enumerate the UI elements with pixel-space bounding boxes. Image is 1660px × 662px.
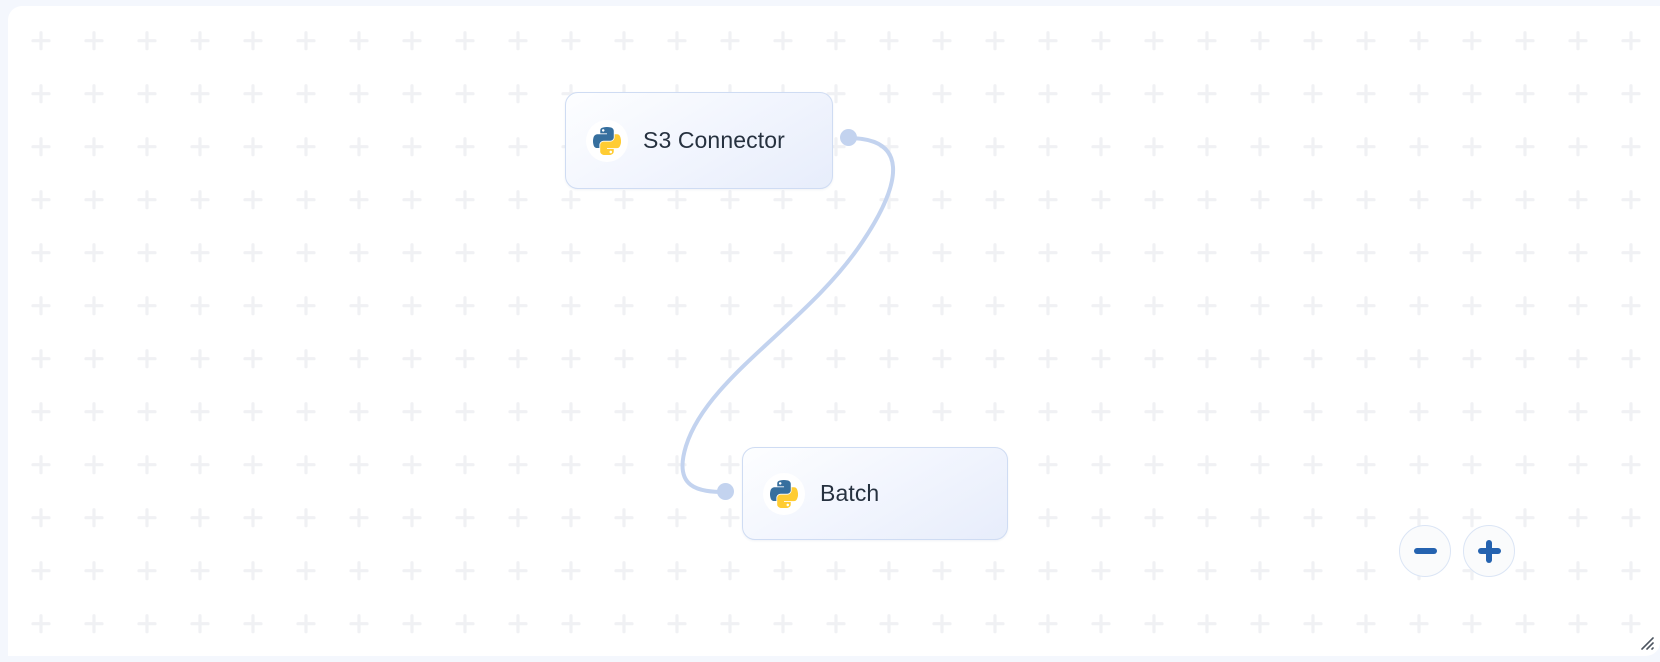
flow-node-label: Batch — [820, 480, 880, 506]
minus-icon — [1413, 540, 1437, 563]
node-handle-target-batch[interactable] — [717, 483, 734, 500]
flow-node-batch[interactable]: Batch — [742, 447, 1008, 540]
python-logo-icon — [586, 119, 628, 162]
flow-canvas[interactable]: S3 Connector Batch — [8, 6, 1660, 656]
flow-node-label: S3 Connector — [643, 127, 785, 153]
app-frame: S3 Connector Batch — [0, 0, 1660, 662]
zoom-in-button[interactable] — [1463, 525, 1515, 577]
zoom-out-button[interactable] — [1399, 525, 1451, 577]
python-logo-icon — [763, 472, 805, 515]
plus-icon — [1477, 539, 1501, 563]
resize-grip-icon[interactable] — [1638, 634, 1654, 650]
flow-node-s3-connector[interactable]: S3 Connector — [565, 92, 833, 189]
node-handle-source-s3[interactable] — [840, 129, 857, 146]
zoom-controls — [1399, 525, 1515, 577]
